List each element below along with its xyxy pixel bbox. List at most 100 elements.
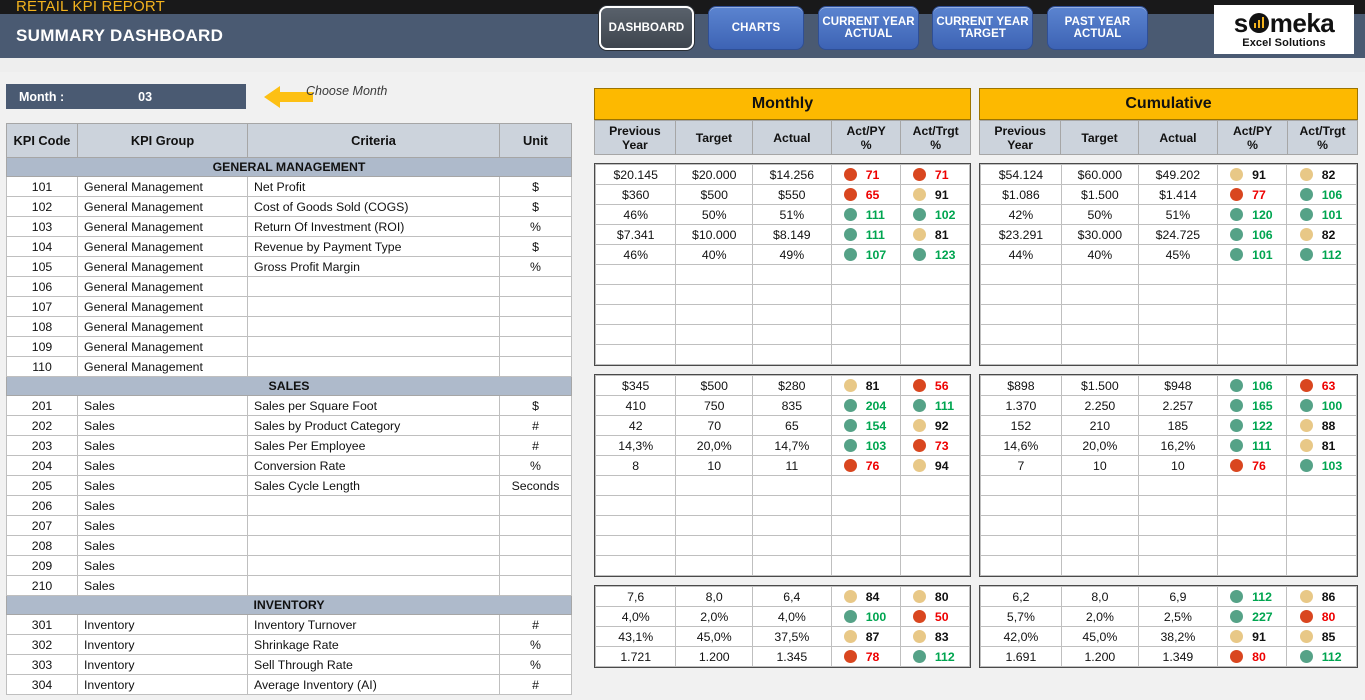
value-row[interactable]: $54.124 $60.000 $49.202 91 82 <box>980 164 1357 185</box>
value-row[interactable]: 5,7% 2,0% 2,5% 227 80 <box>980 606 1357 627</box>
cell-code: 210 <box>6 575 78 596</box>
nav-label-dashboard: DASHBOARD <box>608 21 685 34</box>
cell-crit: Shrinkage Rate <box>247 634 500 655</box>
month-selector[interactable]: Month : 03 <box>6 84 246 109</box>
status-value: 81 <box>865 378 880 393</box>
table-row[interactable]: 108 General Management <box>6 316 572 337</box>
cell-unit: # <box>499 674 572 695</box>
value-row[interactable]: 6,2 8,0 6,9 112 86 <box>980 586 1357 607</box>
cell-previous-year: 46% <box>594 204 677 225</box>
cell-unit <box>499 356 572 377</box>
cell-target: 8,0 <box>1060 586 1139 607</box>
value-row[interactable]: 1.691 1.200 1.349 80 112 <box>980 646 1357 667</box>
value-row[interactable]: 4,0% 2,0% 4,0% 100 50 <box>594 606 971 627</box>
cell-previous-year: 5,7% <box>980 606 1062 627</box>
table-row[interactable]: 207 Sales <box>6 515 572 536</box>
value-row[interactable]: 43,1% 45,0% 37,5% 87 83 <box>594 626 971 647</box>
value-row[interactable]: 7 10 10 76 103 <box>980 455 1357 476</box>
nav-button-past-year-actual[interactable]: PAST YEAR ACTUAL <box>1047 6 1148 50</box>
table-row[interactable]: 104 General Management Revenue by Payment … <box>6 236 572 257</box>
cell-grp: Inventory <box>77 634 248 655</box>
cell-previous-year: $23.291 <box>980 224 1062 245</box>
cell-empty <box>1286 284 1357 305</box>
cell-code: 104 <box>6 236 78 257</box>
table-row[interactable]: 202 Sales Sales by Product Category # <box>6 415 572 436</box>
value-row[interactable]: 42% 50% 51% 120 101 <box>980 204 1357 225</box>
cell-code: 202 <box>6 415 78 436</box>
table-row[interactable]: 103 General Management Return Of Investmen… <box>6 216 572 237</box>
cell-code: 209 <box>6 555 78 576</box>
status-value: 122 <box>1252 418 1273 433</box>
value-row[interactable]: 46% 40% 49% 107 123 <box>594 244 971 265</box>
cell-empty <box>594 555 677 576</box>
value-block-sales: $345 $500 $280 81 56 410 750 835 204 111 42 70 65 154… <box>594 374 971 577</box>
value-row[interactable]: 46% 50% 51% 111 102 <box>594 204 971 225</box>
table-row[interactable]: 208 Sales <box>6 535 572 556</box>
col-previous-year: Previous Year <box>594 120 676 155</box>
cell-code: 203 <box>6 435 78 456</box>
cell-empty <box>1286 535 1357 556</box>
cell-grp: General Management <box>77 316 248 337</box>
value-row[interactable]: 152 210 185 122 88 <box>980 415 1357 436</box>
cell-target: 2.250 <box>1060 395 1139 416</box>
nav-button-current-year-actual[interactable]: CURRENT YEAR ACTUAL <box>818 6 919 50</box>
table-row[interactable]: 106 General Management <box>6 276 572 297</box>
table-row[interactable]: 206 Sales <box>6 495 572 516</box>
month-value[interactable]: 03 <box>138 90 152 104</box>
value-row[interactable]: $360 $500 $550 65 91 <box>594 184 971 205</box>
table-row[interactable]: 204 Sales Conversion Rate% <box>6 455 572 476</box>
value-row[interactable]: $20.145 $20.000 $14.256 71 71 <box>594 164 971 185</box>
nav-button-current-year-target[interactable]: CURRENT YEAR TARGET <box>932 6 1033 50</box>
table-row[interactable]: 105 General Management Gross Profit Margin… <box>6 256 572 277</box>
value-row[interactable]: 8 10 11 76 94 <box>594 455 971 476</box>
cell-empty <box>1216 555 1288 576</box>
value-row[interactable]: 1.721 1.200 1.345 78 112 <box>594 646 971 667</box>
table-row[interactable]: 102 General Management Cost of Goods Sold … <box>6 196 572 217</box>
status-value: 77 <box>1252 187 1266 202</box>
nav-line1: CURRENT YEAR <box>822 15 915 28</box>
value-row[interactable]: 1.370 2.250 2.257 165 100 <box>980 395 1357 416</box>
table-row[interactable]: 110 General Management <box>6 356 572 377</box>
value-row[interactable]: 14,6% 20,0% 16,2% 111 81 <box>980 435 1357 456</box>
table-row[interactable]: 210 Sales <box>6 575 572 596</box>
value-row[interactable]: 14,3% 20,0% 14,7% 103 73 <box>594 435 971 456</box>
table-row[interactable]: 201 Sales Sales per Square Foot $ <box>6 395 572 416</box>
status-value: 63 <box>1321 378 1336 393</box>
value-row[interactable]: 44% 40% 45% 101 112 <box>980 244 1357 265</box>
col-criteria: Criteria <box>247 123 500 158</box>
table-row[interactable]: 301 Inventory Inventory Turnover # <box>6 614 572 635</box>
table-row[interactable]: 304 Inventory Average Inventory (AI) # <box>6 674 572 695</box>
table-header-row: KPI Code KPI Group Criteria Unit <box>6 123 572 158</box>
nav-button-dashboard[interactable]: DASHBOARD <box>599 6 694 50</box>
table-row[interactable]: 203 Sales Sales Per Employee # <box>6 435 572 456</box>
value-row[interactable]: 410 750 835 204 111 <box>594 395 971 416</box>
value-row[interactable]: $1.086 $1.500 $1.414 77 106 <box>980 184 1357 205</box>
cell-empty <box>1060 304 1139 325</box>
table-row[interactable]: 205 Sales Sales Cycle Length Seconds <box>6 475 572 496</box>
value-row[interactable]: 42,0% 45,0% 38,2% 91 85 <box>980 626 1357 647</box>
cell-unit: Seconds <box>499 475 572 496</box>
table-row[interactable]: 209 Sales <box>6 555 572 576</box>
cell-empty <box>594 304 677 325</box>
value-row[interactable]: $7.341 $10.000 $8.149 111 81 <box>594 224 971 245</box>
empty-value-row <box>594 324 971 345</box>
value-row[interactable]: 42 70 65 154 92 <box>594 415 971 436</box>
value-row[interactable]: $345 $500 $280 81 56 <box>594 375 971 396</box>
cell-previous-year: 14,6% <box>980 435 1062 456</box>
cell-grp: General Management <box>77 276 248 297</box>
table-row[interactable]: 101 General Management Net Profit $ <box>6 176 572 197</box>
nav-button-charts[interactable]: CHARTS <box>708 6 804 50</box>
value-row[interactable]: 7,6 8,0 6,4 84 80 <box>594 586 971 607</box>
value-row[interactable]: $898 $1.500 $948 106 63 <box>980 375 1357 396</box>
logo-chart-icon <box>1248 13 1269 33</box>
status-value: 78 <box>865 649 880 664</box>
cell-act-trgt: 112 <box>899 646 971 667</box>
cell-act-trgt: 63 <box>1286 375 1357 396</box>
table-row[interactable]: 303 Inventory Sell Through Rate% <box>6 654 572 675</box>
status-dot-green <box>1230 419 1244 432</box>
cell-empty <box>1216 535 1288 556</box>
table-row[interactable]: 302 Inventory Shrinkage Rate% <box>6 634 572 655</box>
table-row[interactable]: 107 General Management <box>6 296 572 317</box>
value-row[interactable]: $23.291 $30.000 $24.725 106 82 <box>980 224 1357 245</box>
table-row[interactable]: 109 General Management <box>6 336 572 357</box>
